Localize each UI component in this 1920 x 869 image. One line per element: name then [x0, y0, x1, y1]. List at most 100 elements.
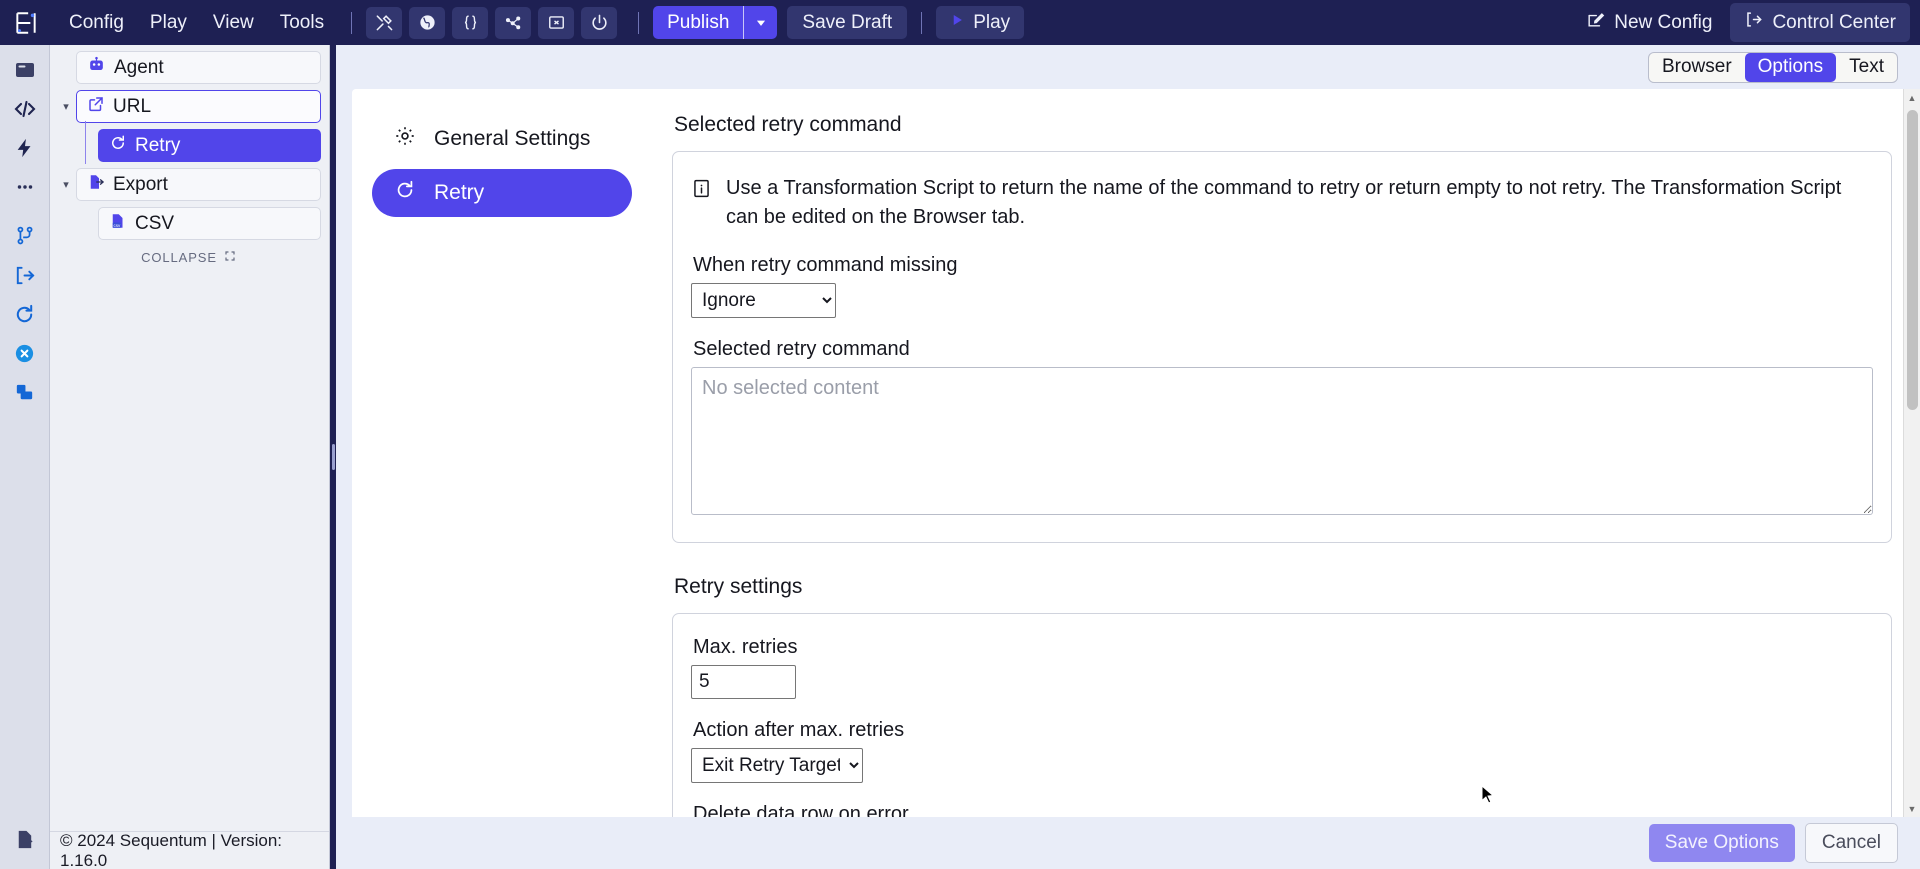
agent-tree: Agent ▾ URL Retry ▾ Export csv CSV COLLA…: [50, 45, 329, 831]
external-link-icon: [87, 95, 105, 119]
menu-play[interactable]: Play: [137, 6, 200, 40]
play-button-label: Play: [973, 11, 1011, 33]
options-action-bar: Save Options Cancel: [336, 817, 1920, 869]
content-header: Browser Options Text: [336, 45, 1920, 89]
browser-window-icon[interactable]: [6, 53, 44, 87]
new-config-button[interactable]: New Config: [1572, 3, 1726, 42]
cancel-button[interactable]: Cancel: [1804, 823, 1898, 863]
collapse-label: COLLAPSE: [141, 250, 217, 265]
tree-node-label: URL: [113, 95, 152, 117]
action-after-max-retries-select[interactable]: Exit Retry Target: [691, 748, 863, 783]
tree-node-label: Agent: [114, 56, 164, 78]
exit-arrow-icon: [1744, 10, 1763, 35]
chevron-down-icon[interactable]: ▾: [56, 100, 76, 113]
agent-tree-panel: Agent ▾ URL Retry ▾ Export csv CSV COLLA…: [50, 45, 330, 869]
retry-refresh-icon[interactable]: [6, 297, 44, 331]
exit-arrow-icon[interactable]: [6, 258, 44, 292]
options-nav-label: General Settings: [434, 127, 591, 150]
robot-icon: [87, 55, 106, 80]
export-file-icon[interactable]: [6, 822, 44, 856]
tab-text[interactable]: Text: [1836, 53, 1897, 82]
retry-refresh-icon: [109, 134, 127, 158]
gear-icon: [394, 125, 416, 153]
control-center-label: Control Center: [1772, 11, 1896, 33]
tree-node-csv[interactable]: csv CSV: [98, 207, 321, 240]
edit-square-icon: [1586, 10, 1605, 35]
menu-tools[interactable]: Tools: [267, 6, 337, 40]
svg-text:csv: csv: [114, 223, 122, 228]
collapse-icon: [224, 250, 236, 265]
tree-node-label: CSV: [135, 212, 175, 234]
retry-settings-form: Selected retry command Use a Transformat…: [652, 89, 1920, 817]
collapse-tree-button[interactable]: COLLAPSE: [56, 246, 321, 265]
tree-guide-line: [85, 121, 86, 164]
scrollbar-thumb[interactable]: [1906, 110, 1918, 410]
tree-node-url[interactable]: URL: [76, 90, 321, 123]
top-menu-bar: Config Play View Tools Publish Save Draf…: [0, 0, 1920, 45]
options-panel: General Settings Retry Selected retry co…: [352, 89, 1920, 817]
when-retry-missing-select[interactable]: Ignore: [691, 283, 836, 318]
menu-config[interactable]: Config: [56, 6, 137, 40]
tree-row[interactable]: Agent: [56, 51, 321, 84]
info-text: Use a Transformation Script to return th…: [726, 177, 1842, 228]
options-nav: General Settings Retry: [352, 89, 652, 817]
max-retries-label: Max. retries: [693, 636, 798, 658]
play-triangle-icon: [950, 12, 965, 34]
ellipsis-icon[interactable]: [6, 170, 44, 204]
tree-row[interactable]: csv CSV: [56, 207, 321, 240]
chevron-down-icon[interactable]: [743, 6, 778, 39]
control-center-button[interactable]: Control Center: [1730, 3, 1910, 42]
options-nav-general-settings[interactable]: General Settings: [372, 115, 632, 163]
info-message: Use a Transformation Script to return th…: [691, 174, 1873, 232]
options-scrollbar[interactable]: ▲ ▼: [1903, 89, 1920, 817]
left-icon-rail: [0, 45, 50, 869]
tree-node-agent[interactable]: Agent: [76, 51, 321, 84]
folder-x-icon[interactable]: [538, 6, 575, 39]
selected-retry-command-textarea[interactable]: [691, 367, 1873, 515]
chevron-down-icon[interactable]: ▾: [56, 178, 76, 191]
tab-browser[interactable]: Browser: [1649, 53, 1745, 82]
tree-node-export[interactable]: Export: [76, 168, 321, 201]
tree-row[interactable]: Retry: [56, 121, 321, 164]
retry-settings-box: Max. retries Action after max. retries E…: [672, 613, 1892, 817]
power-icon[interactable]: [581, 6, 618, 39]
toolbar-divider-2: [638, 11, 640, 34]
max-retries-input[interactable]: [691, 665, 796, 699]
selected-retry-command-label: Selected retry command: [693, 338, 910, 360]
csv-file-icon: csv: [109, 212, 127, 236]
code-brackets-icon[interactable]: [6, 92, 44, 126]
chevron-down-icon[interactable]: ▼: [1904, 800, 1920, 817]
new-config-label: New Config: [1614, 11, 1713, 33]
retry-settings-heading: Retry settings: [674, 575, 803, 598]
copy-paste-icon[interactable]: [6, 375, 44, 409]
play-button[interactable]: Play: [936, 6, 1025, 39]
retry-refresh-icon: [394, 179, 416, 207]
tree-row[interactable]: ▾ URL: [56, 90, 321, 123]
options-nav-retry[interactable]: Retry: [372, 169, 632, 217]
save-options-button[interactable]: Save Options: [1648, 824, 1795, 862]
chevron-up-icon[interactable]: ▲: [1904, 89, 1920, 106]
view-tab-group: Browser Options Text: [1647, 51, 1898, 83]
close-circle-icon[interactable]: [6, 336, 44, 370]
sequentum-logo-icon[interactable]: [6, 3, 46, 43]
options-nav-label: Retry: [434, 181, 485, 204]
tools-icon[interactable]: [366, 6, 403, 39]
publish-button[interactable]: Publish: [653, 6, 744, 39]
copyright-footer: © 2024 Sequentum | Version: 1.16.0: [50, 831, 329, 869]
graph-nodes-icon[interactable]: [495, 6, 532, 39]
delete-data-row-label: Delete data row on error: [693, 803, 909, 817]
braces-icon[interactable]: [452, 6, 489, 39]
tree-node-label: Export: [113, 173, 168, 195]
globe-icon[interactable]: [409, 6, 446, 39]
tree-row[interactable]: ▾ Export: [56, 168, 321, 201]
tree-node-label: Retry: [135, 134, 181, 156]
publish-button-group[interactable]: Publish: [653, 6, 778, 39]
lightning-bolt-icon[interactable]: [6, 131, 44, 165]
tab-options[interactable]: Options: [1744, 52, 1837, 82]
selected-retry-command-box: Use a Transformation Script to return th…: [672, 151, 1892, 543]
tree-node-retry[interactable]: Retry: [98, 129, 321, 162]
save-draft-button[interactable]: Save Draft: [787, 6, 908, 39]
branch-icon[interactable]: [6, 219, 44, 253]
info-icon: [691, 178, 712, 204]
menu-view[interactable]: View: [200, 6, 267, 40]
